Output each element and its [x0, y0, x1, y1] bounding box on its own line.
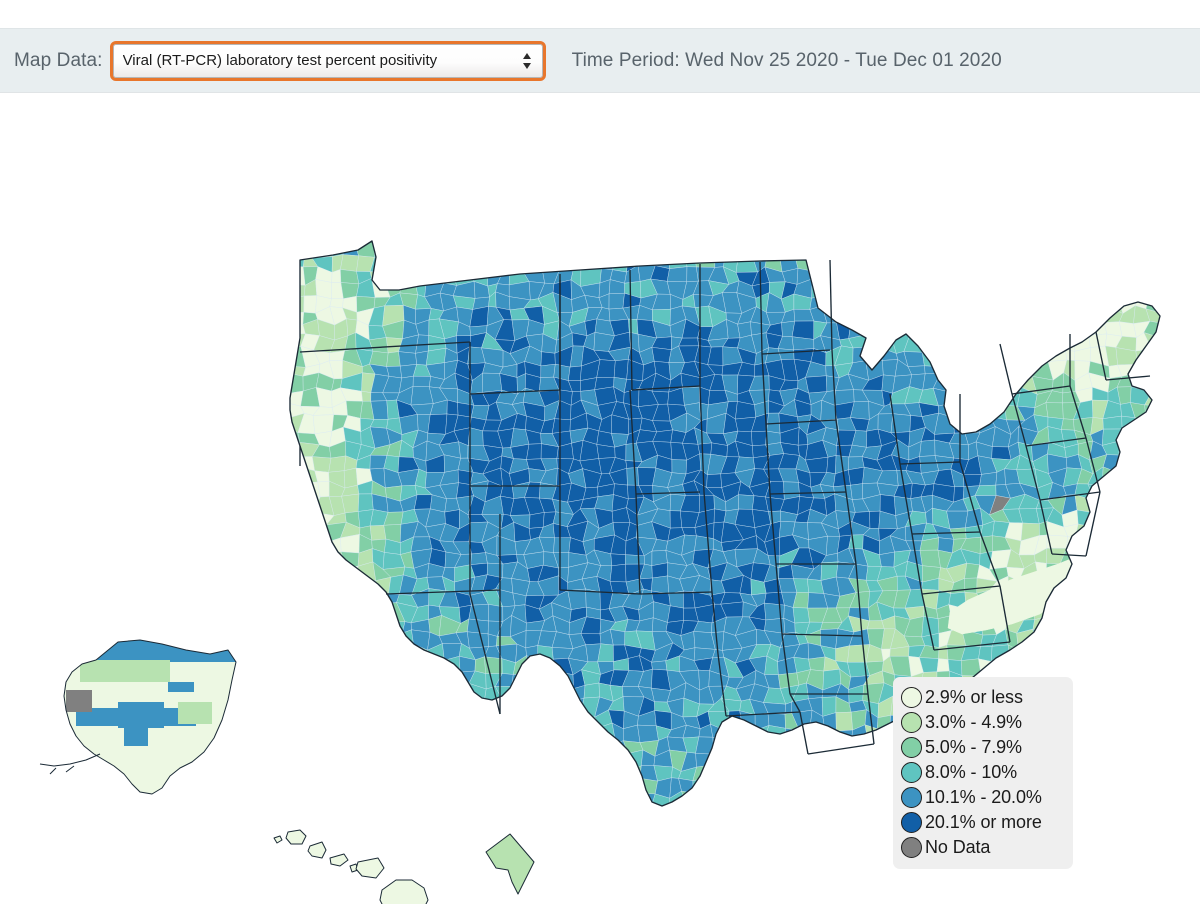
alaska-inset-fill [40, 614, 300, 854]
legend-item: 8.0% - 10% [901, 760, 1063, 785]
hawaii-island [329, 853, 349, 867]
legend-item: 5.0% - 7.9% [901, 735, 1063, 760]
legend-label: 20.1% or more [925, 812, 1042, 832]
legend-swatch [901, 837, 922, 858]
legend-swatch [901, 762, 922, 783]
legend-item: 3.0% - 4.9% [901, 710, 1063, 735]
legend-label: No Data [925, 837, 991, 857]
hawaii-island [355, 857, 385, 879]
legend-label: 2.9% or less [925, 687, 1023, 707]
legend-swatch [901, 737, 922, 758]
legend-label: 5.0% - 7.9% [925, 737, 1022, 757]
legend-swatch [901, 687, 922, 708]
map-data-label: Map Data: [14, 49, 103, 71]
hawaii-island [379, 879, 429, 904]
legend-item: No Data [901, 835, 1063, 860]
legend-item: 20.1% or more [901, 810, 1063, 835]
hawaii-island [273, 835, 283, 844]
legend-swatch [901, 787, 922, 808]
legend-swatch [901, 812, 922, 833]
covid-county-map-page: Map Data: Viral (RT-PCR) laboratory test… [0, 0, 1200, 904]
map-legend: 2.9% or less 3.0% - 4.9% 5.0% - 7.9% 8.0% -… [893, 677, 1073, 869]
legend-label: 3.0% - 4.9% [925, 712, 1022, 732]
dc-inset [485, 833, 535, 895]
legend-item: 10.1% - 20.0% [901, 785, 1063, 810]
legend-label: 8.0% - 10% [925, 762, 1018, 782]
map-data-select[interactable]: Viral (RT-PCR) laboratory test percent p… [109, 40, 546, 81]
time-period-label: Time Period: Wed Nov 25 2020 - Tue Dec 0… [571, 49, 1002, 71]
hawaii-island [285, 829, 307, 845]
map-control-bar: Map Data: Viral (RT-PCR) laboratory test… [0, 28, 1200, 93]
map-data-select-wrapper: Viral (RT-PCR) laboratory test percent p… [109, 40, 546, 81]
legend-label: 10.1% - 20.0% [925, 787, 1042, 807]
choropleth-map-area[interactable]: 2.9% or less 3.0% - 4.9% 5.0% - 7.9% 8.0% -… [0, 94, 1200, 904]
legend-item: 2.9% or less [901, 685, 1063, 710]
hawaii-island [307, 841, 327, 859]
legend-swatch [901, 712, 922, 733]
